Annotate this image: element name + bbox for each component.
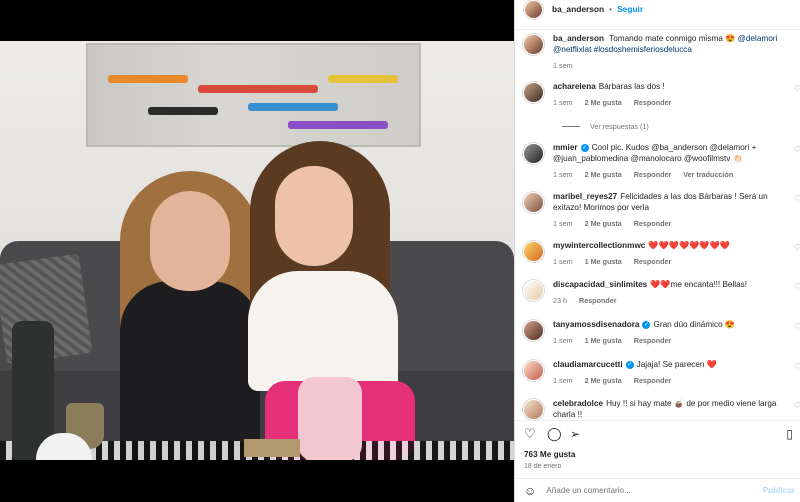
comment-text: Jajaja! Se parecen ❤️ <box>636 360 717 369</box>
photo-panel <box>0 0 514 502</box>
comment-text: Gran dúo dinámico 😍 <box>653 320 736 329</box>
comment-likes[interactable]: 2 Me gusta <box>585 219 622 230</box>
comment-username[interactable]: acharelena <box>553 82 596 91</box>
comment-item: tanyamossdisenadora ✓ Gran dúo dinámico 😍 … <box>523 320 800 347</box>
caption-hashtag[interactable]: #losdoshemisferiosdelucca <box>594 45 692 54</box>
post-date: 18 de enero <box>524 463 562 470</box>
comment-input-row: ☺ Publicar <box>515 478 800 502</box>
comment-avatar[interactable] <box>523 241 544 262</box>
comment-likes[interactable]: 2 Me gusta <box>585 170 622 181</box>
comment-like-heart-icon[interactable]: ♡ <box>794 243 800 252</box>
photo-person-right-top <box>248 271 398 391</box>
post-photo[interactable] <box>0 41 514 460</box>
comment-time: 1 sem <box>553 97 573 107</box>
photo-person-right-face <box>275 166 353 266</box>
comment-input[interactable] <box>546 486 747 495</box>
reply-button[interactable]: Responder <box>634 376 672 387</box>
verified-badge-icon: ✓ <box>625 360 634 369</box>
comment-time: 23 h <box>553 295 567 305</box>
comment-username[interactable]: maribel_reyes27 <box>553 192 617 201</box>
comment-time: 1 sem <box>553 169 573 179</box>
comment-username[interactable]: discapacidad_sinlimites <box>553 280 647 289</box>
photo-person-left-body <box>120 281 260 460</box>
comment-text: ❤️❤️❤️❤️❤️❤️❤️❤️ <box>648 241 730 250</box>
verified-badge-icon: ✓ <box>642 320 651 329</box>
comment-likes[interactable]: 2 Me gusta <box>585 376 622 387</box>
reply-button[interactable]: Responder <box>634 170 672 181</box>
comment-avatar[interactable] <box>523 399 544 420</box>
comment-avatar[interactable] <box>523 143 544 164</box>
author-username[interactable]: ba_anderson <box>552 4 604 14</box>
share-icon[interactable]: ➢ <box>570 427 580 441</box>
comment-item: claudiamarcucetti ✓ Jajaja! Se parecen ❤️ … <box>523 360 800 387</box>
caption-mention-netflixlat[interactable]: @netflixlat <box>553 45 591 54</box>
publish-button[interactable]: Publicar <box>763 486 795 495</box>
author-avatar[interactable] <box>524 0 543 19</box>
comment-likes[interactable]: 1 Me gusta <box>585 336 622 347</box>
reply-button[interactable]: Responder <box>634 336 672 347</box>
caption-text: Tomando mate conmigo misma 😍 <box>609 34 736 43</box>
reply-button[interactable]: Responder <box>634 257 672 268</box>
comment-likes[interactable]: 2 Me gusta <box>585 98 622 109</box>
comment-username[interactable]: mmier <box>553 143 578 152</box>
photo-book <box>244 439 300 457</box>
comments-list[interactable]: ba_anderson Tomando mate conmigo misma 😍… <box>515 30 800 420</box>
follow-button[interactable]: Seguir <box>617 4 643 14</box>
comment-like-heart-icon[interactable]: ♡ <box>794 282 800 291</box>
comment-like-heart-icon[interactable]: ♡ <box>794 84 800 93</box>
view-replies-label: Ver respuestas (1) <box>590 122 649 131</box>
comment-item: mywintercollectionmwc ❤️❤️❤️❤️❤️❤️❤️❤️ 1 … <box>523 241 800 268</box>
post-actions: ♡ ◯ ➢ ▯ 763 Me gusta 18 de enero <box>515 420 800 478</box>
comment-avatar[interactable] <box>523 320 544 341</box>
comment-username[interactable]: tanyamossdisenadora <box>553 320 639 329</box>
comment-like-heart-icon[interactable]: ♡ <box>794 194 800 203</box>
comment-time: 1 sem <box>553 335 573 345</box>
photo-person-left-face <box>150 191 230 291</box>
caption-time: 1 sem <box>553 60 573 70</box>
view-replies-line <box>562 126 580 127</box>
emoji-icon[interactable]: ☺ <box>524 484 536 498</box>
comment-time: 1 sem <box>553 375 573 385</box>
post-header: ba_anderson • Seguir <box>515 0 800 19</box>
comment-item: acharelena Bárbaras las dos ! 1 sem 2 Me … <box>523 82 800 109</box>
caption-username[interactable]: ba_anderson <box>553 34 604 43</box>
reply-button[interactable]: Responder <box>634 219 672 230</box>
caption-mention-delamori[interactable]: @delamori <box>738 34 778 43</box>
comment-item: celebradolce Huy !! si hay mate 🧉 de por … <box>523 399 800 420</box>
comment-text: Bárbaras las dos ! <box>598 82 665 91</box>
comment-avatar[interactable] <box>523 360 544 381</box>
caption-avatar[interactable] <box>523 34 544 55</box>
comment-item: mmier ✓ Cool pic. Kudos @ba_anderson @dela… <box>523 143 800 180</box>
header-separator: • <box>609 4 613 14</box>
comment-avatar[interactable] <box>523 82 544 103</box>
reply-button[interactable]: Responder <box>634 98 672 109</box>
reply-button[interactable]: Responder <box>579 296 617 307</box>
comment-username[interactable]: claudiamarcucetti <box>553 360 623 369</box>
view-replies-link[interactable]: Ver respuestas (1) <box>562 122 649 131</box>
comment-item: discapacidad_sinlimites ❤️❤️me encanta!!!… <box>523 280 800 307</box>
bookmark-icon[interactable]: ▯ <box>786 427 793 441</box>
verified-badge-icon: ✓ <box>580 143 589 152</box>
comment-text: ❤️❤️me encanta!!! Bellas! <box>650 280 748 289</box>
comment-like-heart-icon[interactable]: ♡ <box>794 322 800 331</box>
heart-icon[interactable]: ♡ <box>524 427 536 441</box>
comment-username[interactable]: celebradolce <box>553 399 603 408</box>
photo-water-bottle <box>298 377 362 460</box>
photo-painting <box>86 43 421 147</box>
comment-like-heart-icon[interactable]: ♡ <box>794 145 800 154</box>
caption: ba_anderson Tomando mate conmigo misma 😍… <box>523 34 800 71</box>
post-sidebar: ba_anderson • Seguir ba_anderson Tomando… <box>514 0 800 502</box>
translate-button[interactable]: Ver traducción <box>683 170 733 181</box>
comment-time: 1 sem <box>553 218 573 228</box>
comment-avatar[interactable] <box>523 192 544 213</box>
comment-item: maribel_reyes27 Felicidades a las dos Bár… <box>523 192 800 229</box>
comment-time: 1 sem <box>553 256 573 266</box>
comment-like-heart-icon[interactable]: ♡ <box>794 401 800 410</box>
comment-username[interactable]: mywintercollectionmwc <box>553 241 645 250</box>
comment-like-heart-icon[interactable]: ♡ <box>794 362 800 371</box>
comment-likes[interactable]: 1 Me gusta <box>585 257 622 268</box>
likes-count[interactable]: 763 Me gusta <box>524 450 575 459</box>
comment-avatar[interactable] <box>523 280 544 301</box>
comment-icon[interactable]: ◯ <box>547 427 562 441</box>
